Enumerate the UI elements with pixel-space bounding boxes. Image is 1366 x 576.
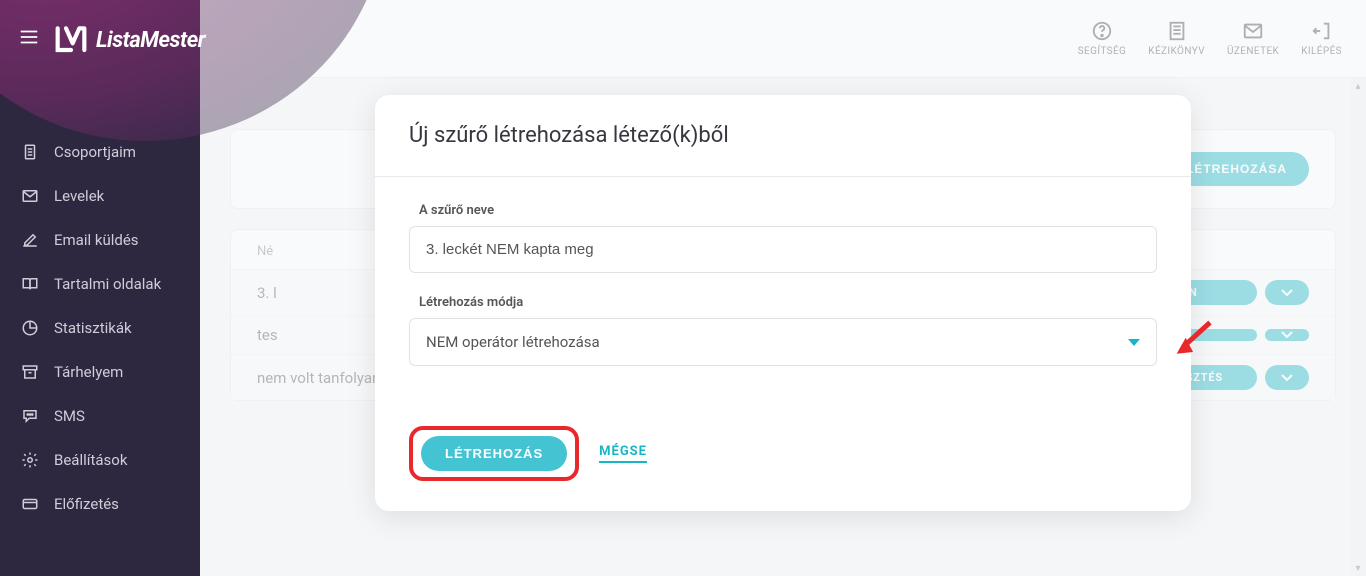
card-icon (20, 494, 40, 514)
brand[interactable]: ListaMester (54, 25, 205, 55)
envelope-icon (20, 186, 40, 206)
create-filter-modal: Új szűrő létrehozása létező(k)ből A szűr… (375, 95, 1191, 511)
sidebar-item-label: Előfizetés (54, 495, 119, 513)
sidebar: ListaMester Csoportjaim Levelek Email kü… (0, 0, 200, 576)
create-button[interactable]: LÉTREHOZÁS (421, 436, 567, 471)
sidebar-item-label: Tárhelyem (54, 363, 123, 381)
brand-logo-icon (54, 25, 88, 55)
annotation-highlight: LÉTREHOZÁS (409, 426, 579, 481)
book-icon (20, 274, 40, 294)
sidebar-item-label: Beállítások (54, 451, 127, 469)
sidebar-item-label: Statisztikák (54, 319, 132, 337)
sidebar-nav: Csoportjaim Levelek Email küldés Tartalm… (0, 130, 200, 576)
filter-name-input[interactable] (409, 226, 1157, 273)
sidebar-item-label: Tartalmi oldalak (54, 275, 161, 293)
sidebar-item-sms[interactable]: SMS (0, 394, 200, 438)
sidebar-item-subscription[interactable]: Előfizetés (0, 482, 200, 526)
modal-actions: LÉTREHOZÁS MÉGSE (409, 426, 1157, 481)
sidebar-item-label: SMS (54, 407, 85, 425)
sidebar-item-settings[interactable]: Beállítások (0, 438, 200, 482)
annotation-arrow-icon (1167, 318, 1220, 362)
sidebar-item-letters[interactable]: Levelek (0, 174, 200, 218)
filter-name-label: A szűrő neve (419, 203, 1157, 218)
sidebar-item-groups[interactable]: Csoportjaim (0, 130, 200, 174)
modal-title: Új szűrő létrehozása létező(k)ből (409, 123, 1157, 148)
select-value: NEM operátor létrehozása (426, 333, 600, 351)
pie-chart-icon (20, 318, 40, 338)
modal-overlay: Új szűrő létrehozása létező(k)ből A szűr… (200, 0, 1366, 576)
chat-icon (20, 406, 40, 426)
chevron-down-icon (1128, 339, 1140, 346)
sidebar-item-label: Csoportjaim (54, 143, 136, 161)
sidebar-item-label: Email küldés (54, 231, 139, 249)
archive-icon (20, 362, 40, 382)
divider (375, 176, 1191, 177)
menu-icon[interactable] (18, 26, 40, 54)
sidebar-item-statistics[interactable]: Statisztikák (0, 306, 200, 350)
brand-name: ListaMester (96, 28, 205, 53)
gear-icon (20, 450, 40, 470)
creation-method-label: Létrehozás módja (419, 295, 1157, 310)
sidebar-item-label: Levelek (54, 187, 104, 205)
main: SEGÍTSÉG KÉZIKÖNYV ÜZENETEK KILÉPÉS TAG … (200, 0, 1366, 576)
sidebar-header: ListaMester (0, 0, 200, 80)
sidebar-item-email-send[interactable]: Email küldés (0, 218, 200, 262)
sidebar-item-storage[interactable]: Tárhelyem (0, 350, 200, 394)
clipboard-icon (20, 142, 40, 162)
edit-icon (20, 230, 40, 250)
cancel-link[interactable]: MÉGSE (599, 444, 647, 463)
creation-method-select[interactable]: NEM operátor létrehozása (409, 318, 1157, 366)
sidebar-item-content-pages[interactable]: Tartalmi oldalak (0, 262, 200, 306)
